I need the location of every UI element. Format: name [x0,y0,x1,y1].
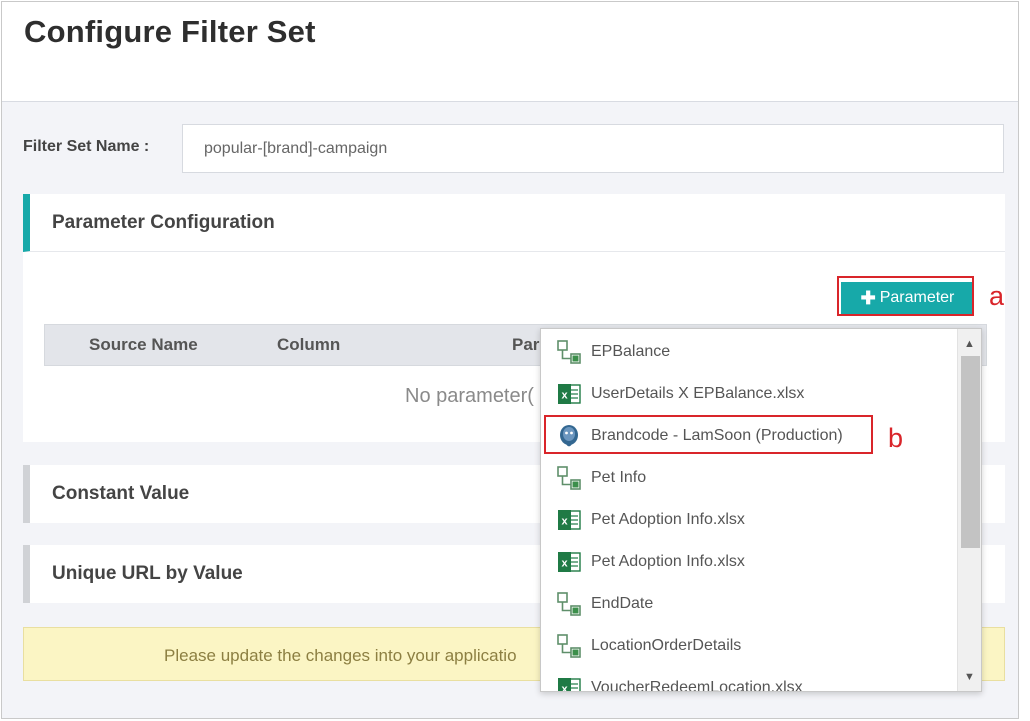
dropdown-item-label: Pet Info [591,469,647,486]
dropdown-item[interactable]: x UserDetails X EPBalance.xlsx [541,373,957,415]
dropdown-item-label: VoucherRedeemLocation.xlsx [591,679,803,692]
highlight-box-b [544,415,873,454]
dropdown-item-label: EPBalance [591,343,671,360]
column-header-column[interactable]: Column [277,335,340,355]
unique-url-title: Unique URL by Value [52,563,243,584]
scroll-up-arrow-icon[interactable]: ▲ [964,339,975,350]
dropdown-item[interactable]: x Pet Adoption Info.xlsx [541,499,957,541]
excel-icon: x [557,508,581,532]
dropdown-item[interactable]: LocationOrderDetails [541,625,957,667]
dataset-icon [557,592,581,616]
dropdown-item-label: LocationOrderDetails [591,637,742,654]
dropdown-item[interactable]: EPBalance [541,331,957,373]
parameter-configuration-header: Parameter Configuration [23,194,1005,252]
dataset-icon [557,340,581,364]
dropdown-item-label: Pet Adoption Info.xlsx [591,511,745,528]
highlight-box-a [837,276,974,316]
annotation-letter-a: a [989,281,1005,311]
dropdown-item[interactable]: Pet Info [541,457,957,499]
svg-text:x: x [561,516,568,528]
svg-text:x: x [561,684,568,693]
scroll-down-arrow-icon[interactable]: ▼ [964,672,975,683]
filter-set-name-input[interactable] [182,124,1004,173]
page-header: Configure Filter Set [2,2,1018,102]
dropdown-scrollbar[interactable]: ▲ ▼ [957,329,981,691]
dropdown-item-label: Pet Adoption Info.xlsx [591,553,745,570]
dropdown-item-label: EndDate [591,595,654,612]
empty-parameter-text: No parameter( [405,385,534,407]
svg-text:x: x [561,558,568,570]
annotation-letter-b: b [888,423,904,453]
filter-set-name-label: Filter Set Name : [23,138,150,155]
parameter-configuration-title: Parameter Configuration [52,212,275,233]
excel-icon: x [557,550,581,574]
dropdown-item-label: UserDetails X EPBalance.xlsx [591,385,805,402]
dropdown-item[interactable]: x VoucherRedeemLocation.xlsx [541,667,957,693]
dropdown-item[interactable]: x Pet Adoption Info.xlsx [541,541,957,583]
page-title: Configure Filter Set [24,14,316,49]
update-notice-text: Please update the changes into your appl… [164,646,517,665]
column-header-parameter[interactable]: Par [512,335,539,355]
excel-icon: x [557,382,581,406]
excel-icon: x [557,676,581,693]
dropdown-item[interactable]: EndDate [541,583,957,625]
column-header-source-name[interactable]: Source Name [89,335,198,355]
svg-text:x: x [561,390,568,402]
scrollbar-thumb[interactable] [961,356,980,548]
constant-value-title: Constant Value [52,483,190,504]
dataset-icon [557,466,581,490]
dataset-icon [557,634,581,658]
source-dropdown[interactable]: EPBalance x UserDetails X EPBalance.xlsx… [540,328,982,692]
